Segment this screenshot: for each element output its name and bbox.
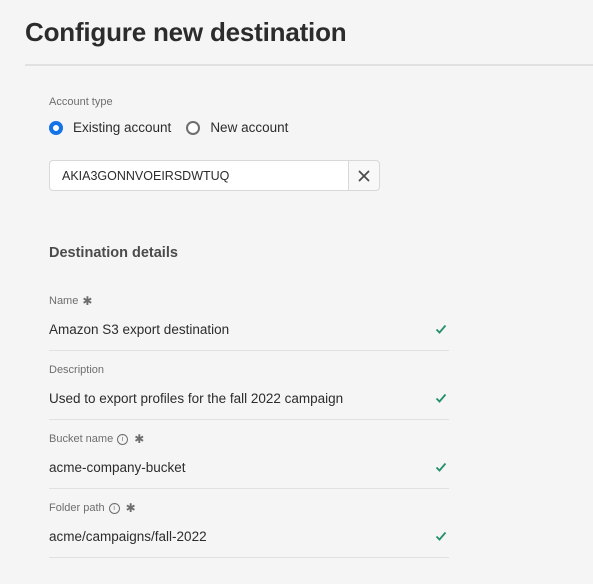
info-icon[interactable]: i	[108, 502, 120, 514]
radio-unchecked-icon[interactable]	[186, 120, 201, 135]
folder-path-input[interactable]	[49, 528, 419, 544]
title-divider	[25, 64, 593, 66]
account-input[interactable]	[49, 160, 349, 191]
clear-account-button[interactable]	[348, 160, 380, 191]
account-type-label: Account type	[49, 96, 113, 108]
required-asterisk-icon: ✱	[134, 432, 145, 446]
radio-label: New account	[210, 120, 289, 135]
description-input[interactable]	[49, 390, 419, 406]
checkmark-icon	[435, 393, 447, 403]
radio-label: Existing account	[73, 120, 172, 135]
folder-path-field: Folder path i ✱	[49, 501, 449, 558]
bucket-name-field: Bucket name i ✱	[49, 432, 449, 489]
name-input[interactable]	[49, 321, 419, 337]
name-field: Name ✱	[49, 294, 449, 351]
field-label: Bucket name	[49, 433, 114, 445]
radio-existing-account[interactable]: Existing account	[49, 120, 171, 135]
account-selector	[49, 160, 380, 191]
required-asterisk-icon: ✱	[125, 501, 136, 515]
field-label: Description	[49, 364, 105, 376]
description-field: Description	[49, 363, 449, 420]
checkmark-icon	[435, 324, 447, 334]
radio-new-account[interactable]: New account	[186, 120, 288, 135]
info-icon[interactable]: i	[117, 433, 129, 445]
checkmark-icon	[435, 462, 447, 472]
required-asterisk-icon: ✱	[82, 294, 93, 308]
account-type-radio-group: Existing account New account	[49, 120, 303, 135]
destination-details-heading: Destination details	[49, 245, 178, 261]
field-label: Name	[49, 295, 79, 307]
radio-checked-icon[interactable]	[49, 120, 63, 135]
close-icon	[358, 170, 370, 181]
bucket-name-input[interactable]	[49, 459, 419, 475]
page-title: Configure new destination	[25, 17, 347, 47]
checkmark-icon	[435, 531, 447, 541]
field-label: Folder path	[49, 502, 105, 514]
